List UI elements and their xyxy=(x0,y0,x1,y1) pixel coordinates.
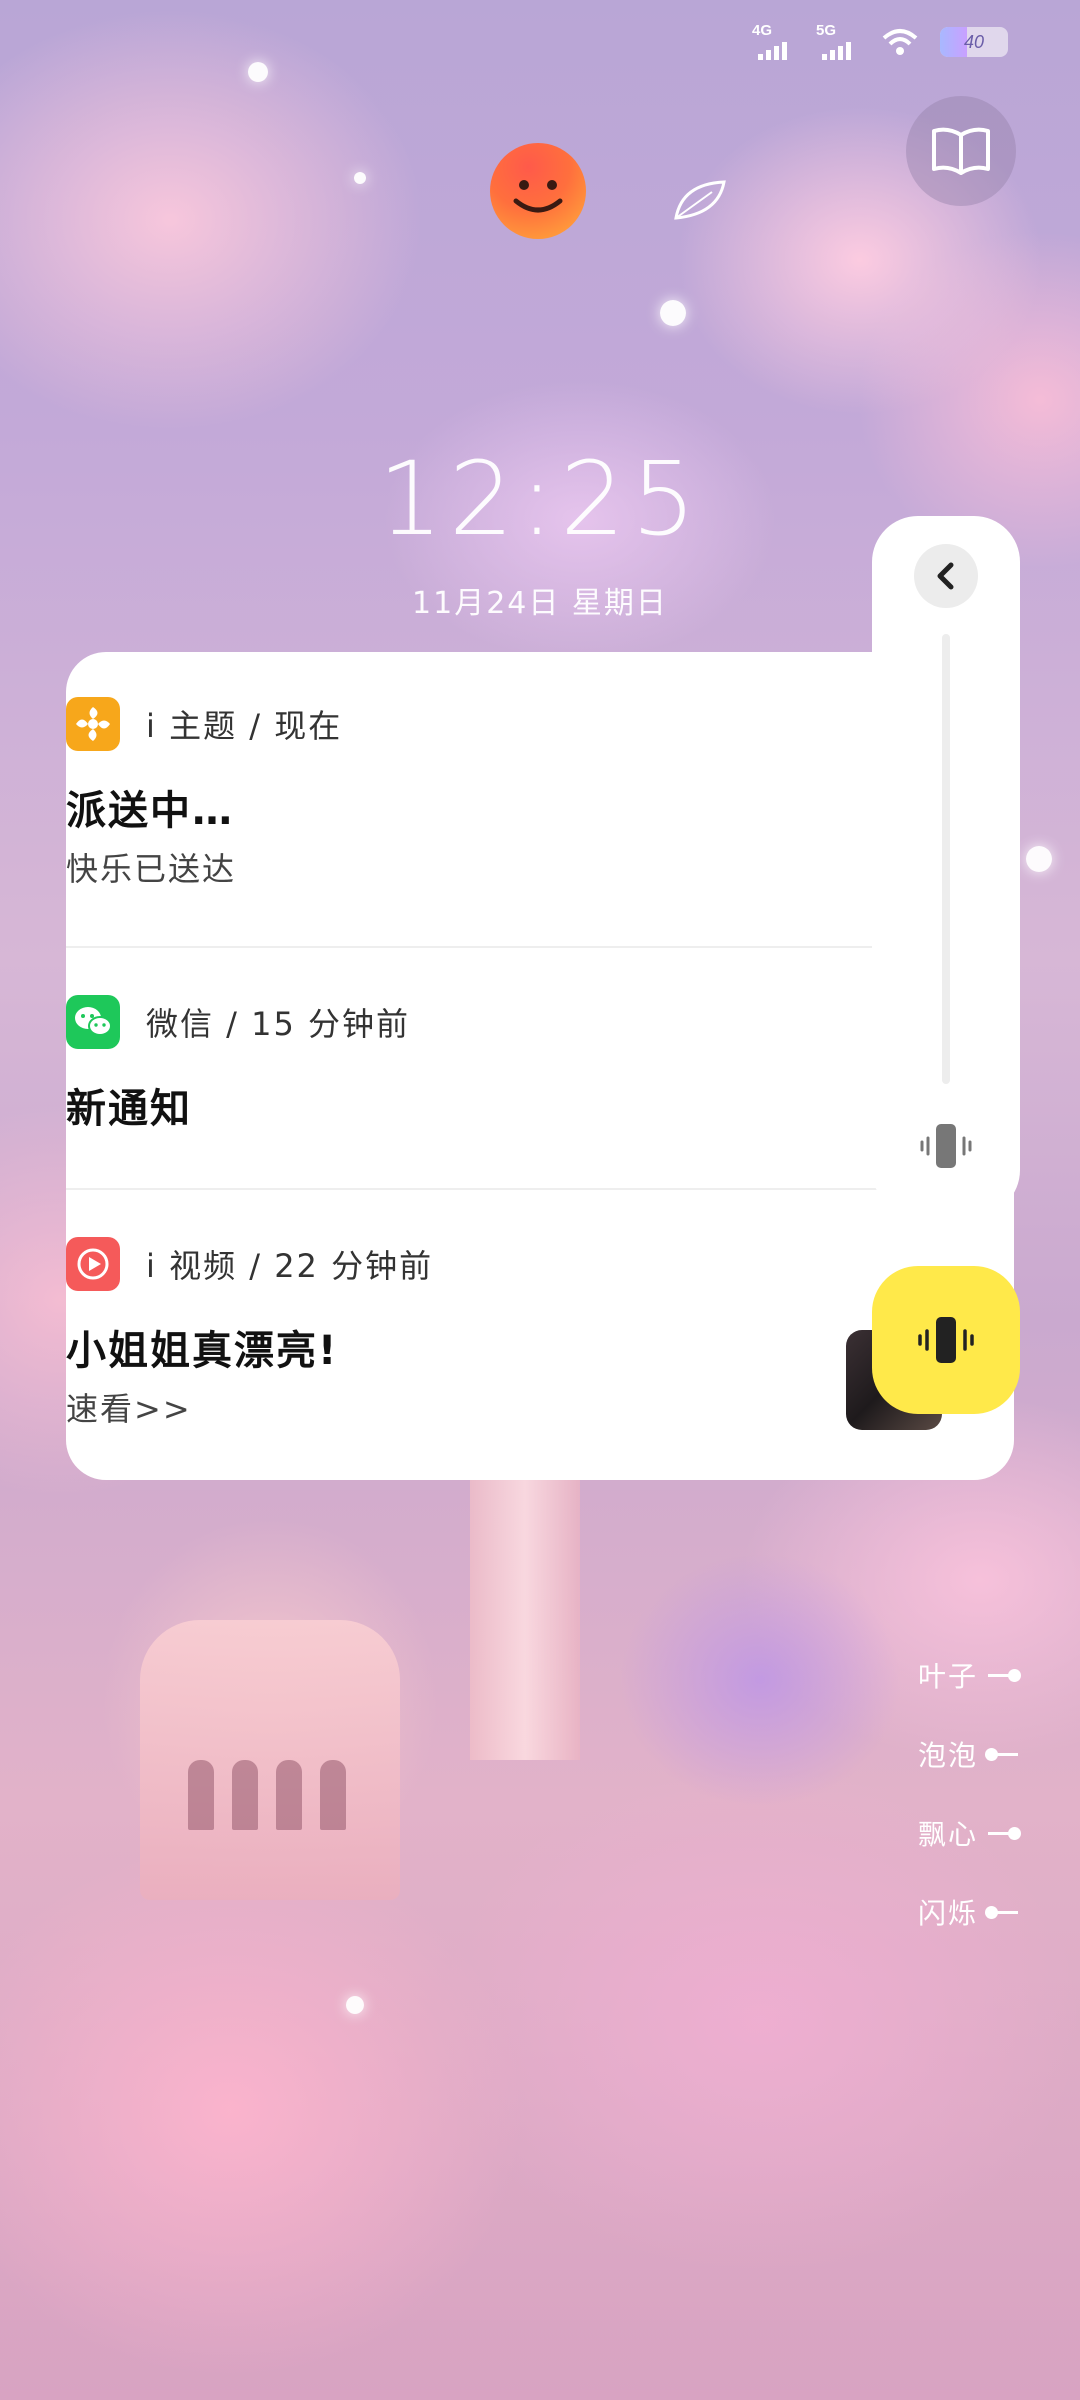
effect-label: 叶子 xyxy=(917,1660,978,1693)
notification-title: 派送中… xyxy=(66,788,234,834)
battery-percent: 40 xyxy=(963,31,985,52)
notification-item[interactable]: 微信 / 15 分钟前 新通知 xyxy=(66,994,866,1134)
notification-body: 快乐已送达 xyxy=(66,850,237,888)
effect-label: 泡泡 xyxy=(917,1739,978,1772)
effect-option-heart[interactable]: 飘心 xyxy=(818,1814,1021,1852)
wechat-icon xyxy=(66,995,120,1049)
effect-option-twinkle[interactable]: 闪烁 xyxy=(818,1893,1018,1931)
effect-selector: 叶子 泡泡 飘心 闪烁 xyxy=(818,1656,1021,1972)
notification-title: 新通知 xyxy=(66,1086,192,1132)
vibrate-mode-button[interactable] xyxy=(872,1266,1020,1414)
effect-indicator xyxy=(988,1668,1021,1682)
sparkle xyxy=(354,172,366,184)
notification-body: 速看>> xyxy=(66,1390,192,1428)
wallpaper-window xyxy=(320,1760,346,1830)
signal-4g-icon: 4G xyxy=(752,22,796,62)
effect-option-leaf[interactable]: 叶子 xyxy=(818,1656,1021,1694)
notification-meta: i 视频 / 22 分钟前 xyxy=(146,1247,434,1285)
effect-indicator xyxy=(988,1826,1021,1840)
wallpaper-castle-tower xyxy=(470,1460,580,1760)
notification-meta: 微信 / 15 分钟前 xyxy=(146,1005,411,1043)
wallpaper-castle xyxy=(140,1620,400,1900)
book-icon xyxy=(932,127,990,175)
notification-item[interactable]: i 视频 / 22 分钟前 小姐姐真漂亮! 速看>> xyxy=(66,1236,866,1430)
sparkle xyxy=(346,1996,364,2014)
volume-panel xyxy=(872,516,1020,1216)
signal-5g-icon: 5G xyxy=(816,22,860,62)
vibrate-small-icon xyxy=(916,1116,976,1176)
status-bar: 4G 5G 40 xyxy=(752,22,1008,62)
divider xyxy=(66,1188,886,1190)
magazine-book-button[interactable] xyxy=(906,96,1016,206)
collapse-button[interactable] xyxy=(914,544,978,608)
wallpaper-window xyxy=(188,1760,214,1830)
sparkle xyxy=(1026,846,1052,872)
battery-icon: 40 xyxy=(940,27,1008,57)
notification-title: 小姐姐真漂亮! xyxy=(66,1328,339,1374)
effect-label: 飘心 xyxy=(917,1818,978,1851)
effect-option-bubble[interactable]: 泡泡 xyxy=(818,1735,1018,1773)
wallpaper-window xyxy=(276,1760,302,1830)
effect-label: 闪烁 xyxy=(917,1897,978,1930)
vibrate-icon xyxy=(918,1317,974,1363)
wallpaper-window xyxy=(232,1760,258,1830)
effect-indicator xyxy=(985,1747,1018,1761)
smiley-widget-icon[interactable] xyxy=(490,143,586,239)
effect-indicator xyxy=(985,1905,1018,1919)
leaf-icon xyxy=(674,180,726,220)
notification-meta: i 主题 / 现在 xyxy=(146,707,343,745)
chevron-left-icon xyxy=(937,562,954,590)
volume-slider[interactable] xyxy=(942,634,950,1084)
network-type-label: 5G xyxy=(816,22,837,39)
video-play-icon xyxy=(66,1237,120,1291)
divider xyxy=(66,946,886,948)
network-type-label: 4G xyxy=(752,22,773,39)
sparkle xyxy=(660,300,686,326)
wifi-icon xyxy=(882,29,918,55)
lock-screen: 4G 5G 40 12:25 11月24日 星期日 i 主题 / 现在 派送中…… xyxy=(0,0,1080,2400)
sparkle xyxy=(248,62,268,82)
notification-item[interactable]: i 主题 / 现在 派送中… 快乐已送达 xyxy=(66,696,866,890)
theme-icon xyxy=(66,697,120,751)
